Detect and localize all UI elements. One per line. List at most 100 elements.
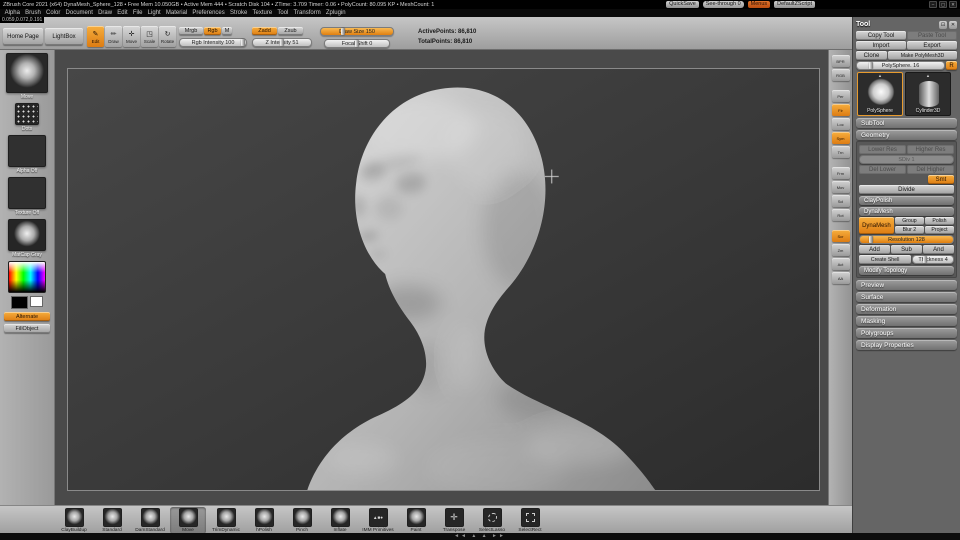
floor-grid-icon[interactable]: Flr	[831, 104, 850, 116]
menu-item[interactable]: Alpha	[2, 9, 23, 17]
sub-button[interactable]: Sub	[891, 245, 922, 254]
menu-item[interactable]: Document	[63, 9, 96, 17]
tool-item-slider[interactable]: PolySphere. 16	[856, 61, 945, 70]
m-button[interactable]: M	[222, 27, 232, 35]
palette-section[interactable]: Display Properties	[856, 340, 957, 350]
transparency-icon[interactable]: Trn	[831, 146, 850, 158]
brush-hpolish[interactable]: hPolish	[246, 507, 282, 534]
menu-item[interactable]: Edit	[115, 9, 131, 17]
focal-shift-slider[interactable]: Focal Shift 0	[324, 39, 390, 48]
clone-button[interactable]: Clone	[856, 51, 887, 60]
menu-item[interactable]: Zplugin	[323, 9, 348, 17]
menu-item[interactable]: Stroke	[227, 9, 250, 17]
current-brush-thumbnail[interactable]	[6, 53, 48, 93]
palette-section[interactable]: Surface	[856, 292, 957, 302]
dynamesh-button[interactable]: DynaMesh	[859, 217, 894, 234]
del-higher-button[interactable]: Del Higher	[907, 165, 954, 174]
texture-thumbnail[interactable]	[8, 177, 46, 209]
make-polymesh3d-button[interactable]: Make PolyMesh3D	[888, 51, 957, 60]
z-intensity-slider[interactable]: Z Intensity 51	[252, 38, 312, 47]
sdiv-slider[interactable]: SDiv 1	[859, 155, 954, 164]
switch-color-button[interactable]: Alternate	[4, 312, 50, 321]
lower-res-button[interactable]: Lower Res	[859, 145, 906, 154]
actual-size-icon[interactable]: Act	[831, 258, 850, 270]
secondary-color-swatch[interactable]	[30, 296, 43, 307]
perspective-icon[interactable]: Per	[831, 90, 850, 102]
close-icon[interactable]: ✕	[949, 1, 957, 8]
draw-size-slider[interactable]: Draw Size 150	[320, 27, 394, 36]
main-color-swatch[interactable]	[11, 296, 28, 309]
move-canvas-icon[interactable]: Mov	[831, 181, 850, 193]
rotate-canvas-icon[interactable]: Rot	[831, 209, 850, 221]
palette-section[interactable]: Masking	[856, 316, 957, 326]
menu-item[interactable]: Texture	[250, 9, 275, 17]
menu-item[interactable]: Color	[43, 9, 63, 17]
scale-canvas-icon[interactable]: Scl	[831, 195, 850, 207]
move-mode-button[interactable]: ✛ Move	[123, 26, 140, 47]
resolution-slider[interactable]: Resolution 128	[859, 235, 954, 244]
zsub-button[interactable]: Zsub	[278, 27, 303, 35]
menu-item[interactable]: Tool	[275, 9, 291, 17]
zoom-icon[interactable]: Zm	[831, 244, 850, 256]
tool-r-button[interactable]: R	[946, 61, 957, 70]
see-through-slider[interactable]: See-through 0	[702, 1, 744, 8]
menu-item[interactable]: Draw	[96, 9, 115, 17]
document-viewport[interactable]	[67, 68, 820, 491]
rgb-button[interactable]: Rgb	[204, 27, 221, 35]
menu-item[interactable]: File	[130, 9, 145, 17]
palette-section[interactable]: Preview	[856, 280, 957, 290]
menu-item[interactable]: Brush	[23, 9, 44, 17]
symmetry-icon[interactable]: Sym	[831, 132, 850, 144]
add-button[interactable]: Add	[859, 245, 890, 254]
palette-section[interactable]: Deformation	[856, 304, 957, 314]
section-geometry[interactable]: Geometry	[856, 130, 957, 140]
color-picker[interactable]	[8, 261, 46, 293]
aa-half-icon[interactable]: AA	[831, 272, 850, 284]
mrgb-button[interactable]: Mrgb	[179, 27, 203, 35]
brush-transpose[interactable]: Transpose	[436, 507, 472, 534]
brush-pinch[interactable]: Pinch	[284, 507, 320, 534]
create-shell-button[interactable]: Create Shell	[859, 255, 912, 264]
group-button[interactable]: Group	[894, 217, 924, 225]
frame-icon[interactable]: Frm	[831, 167, 850, 179]
brush-move[interactable]: Move	[170, 507, 206, 534]
material-thumbnail[interactable]	[8, 219, 46, 251]
section-modify-topology[interactable]: Modify Topology	[859, 266, 954, 275]
bpr-render-icon[interactable]: BPR	[831, 55, 850, 67]
section-subtool[interactable]: SubTool	[856, 118, 957, 128]
smt-button[interactable]: Smt	[928, 175, 954, 184]
brush-imm-primitives[interactable]: IMM Primitives	[360, 507, 396, 534]
tool-slot-cylinder3d[interactable]: ▲ Cylinder3D	[905, 72, 951, 116]
brush-damstandard[interactable]: DamStandard	[132, 507, 168, 534]
and-button[interactable]: And	[923, 245, 954, 254]
import-button[interactable]: Import	[856, 41, 906, 50]
brush-selectrect[interactable]: SelectRect	[512, 507, 548, 534]
local-transform-icon[interactable]: Loc	[831, 118, 850, 130]
higher-res-button[interactable]: Higher Res	[907, 145, 954, 154]
del-lower-button[interactable]: Del Lower	[859, 165, 906, 174]
rgb-intensity-slider[interactable]: Rgb Intensity 100	[179, 38, 247, 47]
tool-slot-polysphere[interactable]: ▲ PolySphere	[857, 72, 903, 116]
blur-slider[interactable]: Blur 2	[894, 226, 924, 234]
paste-tool-button[interactable]: Paste Tool	[907, 31, 957, 40]
home-page-button[interactable]: Home Page	[3, 28, 43, 45]
scroll-icon[interactable]: Scr	[831, 230, 850, 242]
edit-mode-button[interactable]: ✎ Edit	[87, 26, 104, 47]
lightbox-button[interactable]: LightBox	[45, 28, 83, 45]
palette-dock-icon[interactable]: ⊡	[939, 20, 947, 29]
brush-claybuildup[interactable]: ClayBuildup	[56, 507, 92, 534]
draw-mode-button[interactable]: ✏ Draw	[105, 26, 122, 47]
zadd-button[interactable]: Zadd	[252, 27, 277, 35]
scale-mode-button[interactable]: ◳ Scale	[141, 26, 158, 47]
brush-standard[interactable]: Standard	[94, 507, 130, 534]
menu-item[interactable]: Transform	[291, 9, 323, 17]
quicksave-button[interactable]: QuickSave	[666, 1, 699, 8]
palette-section[interactable]: Polygroups	[856, 328, 957, 338]
palette-close-icon[interactable]: ✕	[949, 20, 957, 29]
section-dynamesh[interactable]: DynaMesh	[859, 207, 954, 216]
polish-button[interactable]: Polish	[924, 217, 954, 225]
menu-item[interactable]: Light	[145, 9, 163, 17]
thickness-slider[interactable]: Thickness 4	[912, 255, 954, 264]
section-claypolish[interactable]: ClayPolish	[859, 196, 954, 205]
project-button[interactable]: Project	[924, 226, 954, 234]
